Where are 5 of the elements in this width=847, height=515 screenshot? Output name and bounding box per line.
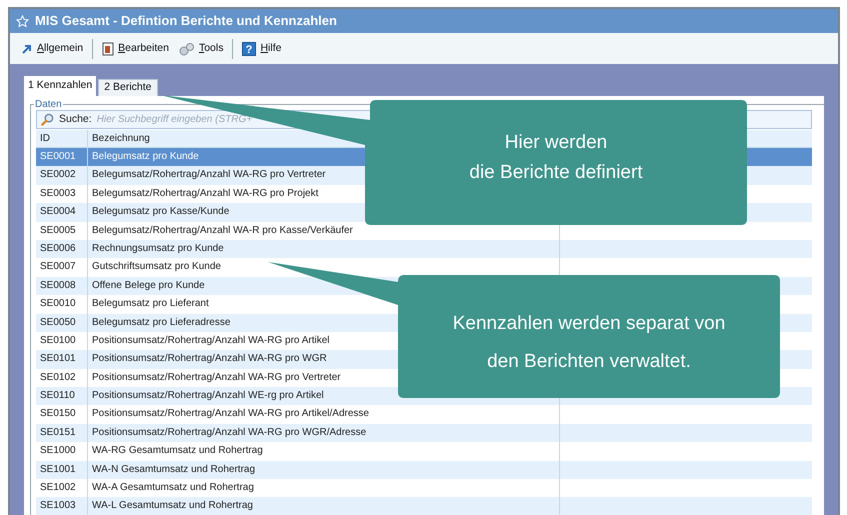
help-icon: ? bbox=[242, 42, 256, 56]
table-cell: WA-L Gesamtumsatz und Rohertrag bbox=[88, 497, 560, 515]
window-title: MIS Gesamt - Defintion Berichte und Kennzahlen bbox=[35, 12, 337, 30]
search-label: Suche: bbox=[59, 112, 92, 127]
table-cell: SE1003 bbox=[36, 497, 88, 515]
